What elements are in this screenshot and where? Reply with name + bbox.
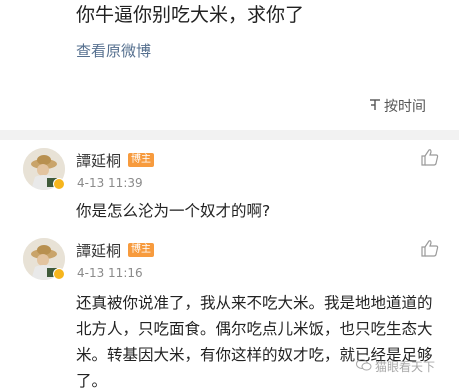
comment-text-line: 北方人，只吃面食。偶尔吃点儿米饭，也只吃生态大 xyxy=(76,320,433,338)
sort-icon xyxy=(368,97,384,115)
like-icon[interactable] xyxy=(420,238,440,262)
sort-label: 按时间 xyxy=(384,99,426,115)
post-text: 你牛逼你别吃大米，求你了 xyxy=(76,4,305,26)
comment-timestamp: 4-13 11:16 xyxy=(77,266,143,280)
comment-text: 你是怎么沦为一个奴才的啊? xyxy=(76,202,271,220)
comment-item: 譚延桐 博主 4-13 11:39 你是怎么沦为一个奴才的啊? xyxy=(0,140,459,235)
watermark: 猫眼看天下 xyxy=(356,358,435,375)
blogger-badge: 博主 xyxy=(128,153,154,167)
weibo-comments-screen: 你牛逼你别吃大米，求你了 查看原微博 按时间 譚延桐 博主 4-13 11:39… xyxy=(0,0,459,389)
section-divider xyxy=(0,130,459,140)
like-icon[interactable] xyxy=(420,147,440,171)
sort-by-time-button[interactable]: 按时间 xyxy=(368,96,426,116)
verified-icon xyxy=(53,178,65,190)
blogger-badge: 博主 xyxy=(128,243,154,257)
watermark-text: 猫眼看天下 xyxy=(375,360,436,374)
comment-text-line: 还真被你说准了，我从来不吃大米。我是地地道道的 xyxy=(76,294,433,312)
verified-icon xyxy=(53,268,65,280)
view-original-weibo-link[interactable]: 查看原微博 xyxy=(76,40,151,61)
wechat-icon xyxy=(356,358,372,375)
comment-username[interactable]: 譚延桐 xyxy=(76,240,121,261)
comment-username[interactable]: 譚延桐 xyxy=(76,150,121,171)
comment-timestamp: 4-13 11:39 xyxy=(77,176,143,190)
